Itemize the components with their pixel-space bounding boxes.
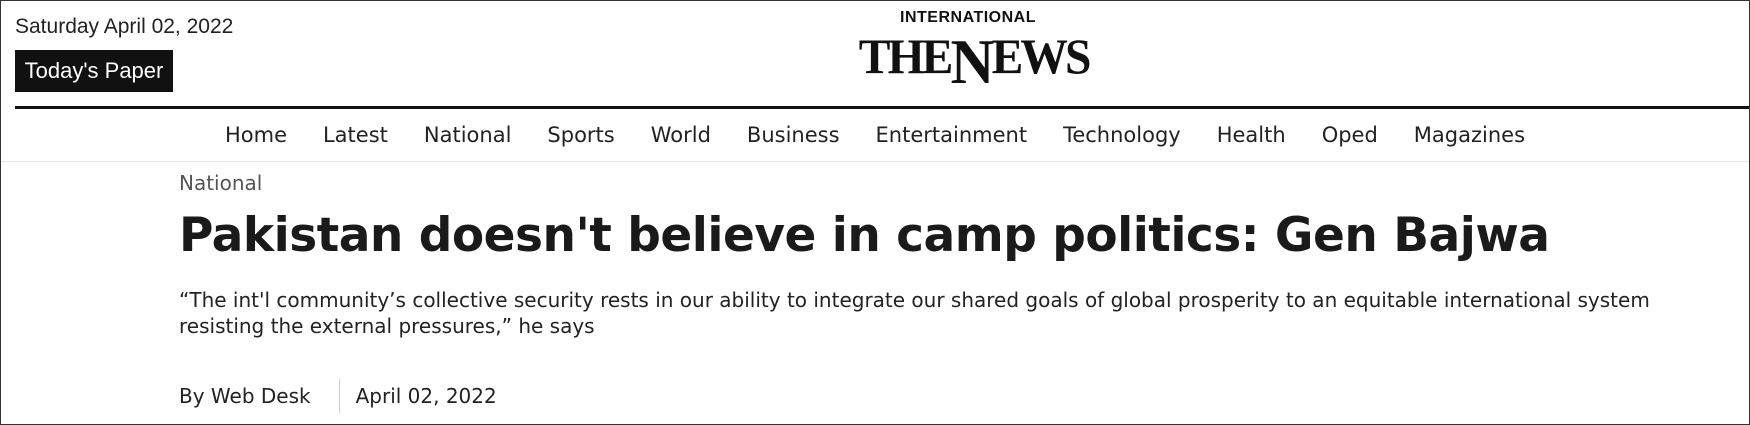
nav-item-world[interactable]: World xyxy=(633,123,729,147)
article-author: By Web Desk xyxy=(179,379,340,413)
site-logo[interactable]: INTERNATIONAL THENEWS xyxy=(853,9,1092,94)
article-date: April 02, 2022 xyxy=(355,384,497,408)
article-category-link[interactable]: National xyxy=(179,171,262,195)
nav-item-oped[interactable]: Oped xyxy=(1304,123,1396,147)
current-date: Saturday April 02, 2022 xyxy=(15,15,234,38)
page-frame: Saturday April 02, 2022 Today's Paper IN… xyxy=(0,0,1750,425)
nav-item-entertainment[interactable]: Entertainment xyxy=(858,123,1046,147)
nav-item-technology[interactable]: Technology xyxy=(1045,123,1199,147)
nav-item-health[interactable]: Health xyxy=(1199,123,1304,147)
nav-item-home[interactable]: Home xyxy=(207,123,305,147)
logo-international-text: INTERNATIONAL xyxy=(900,9,1036,26)
nav-item-business[interactable]: Business xyxy=(729,123,858,147)
article: National Pakistan doesn't believe in cam… xyxy=(179,171,1699,413)
logo-main-text: THENEWS xyxy=(858,27,1092,94)
main-nav: Home Latest National Sports World Busine… xyxy=(1,109,1749,162)
article-byline: By Web Desk April 02, 2022 xyxy=(179,379,1699,413)
nav-item-magazines[interactable]: Magazines xyxy=(1396,123,1543,147)
article-summary: “The int'l community’s collective securi… xyxy=(179,288,1650,338)
logo-n: N xyxy=(950,26,995,97)
nav-item-sports[interactable]: Sports xyxy=(529,123,632,147)
site-header: Saturday April 02, 2022 Today's Paper IN… xyxy=(1,1,1749,109)
logo-ews: EWS xyxy=(991,28,1092,84)
nav-item-latest[interactable]: Latest xyxy=(305,123,406,147)
logo-the: THE xyxy=(858,28,954,84)
article-headline: Pakistan doesn't believe in camp politic… xyxy=(179,208,1550,263)
todays-paper-button[interactable]: Today's Paper xyxy=(15,50,173,92)
nav-item-national[interactable]: National xyxy=(406,123,530,147)
